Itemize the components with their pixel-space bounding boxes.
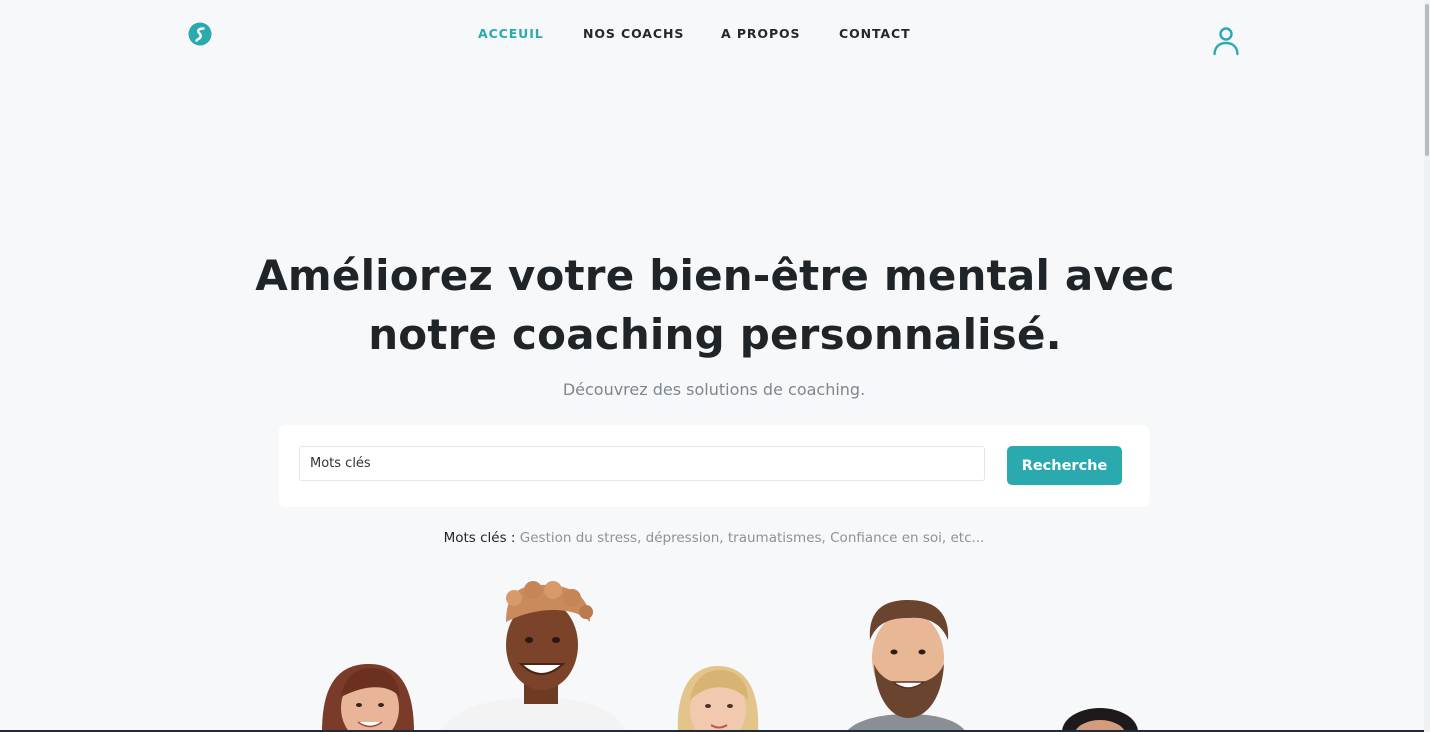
user-icon[interactable] [1210,24,1242,58]
person-woman-right [1062,708,1138,732]
nav-link-a-propos[interactable]: A PROPOS [721,26,800,41]
scrollbar-thumb[interactable] [1425,4,1429,156]
hero-title: Améliorez votre bien-être mental avec no… [215,246,1215,364]
search-input[interactable] [299,446,985,481]
keywords-label: Mots clés : [443,530,516,546]
search-card: Recherche [279,425,1149,507]
person-man-curly [440,581,626,732]
hero-subtitle: Découvrez des solutions de coaching. [562,380,866,399]
search-button[interactable]: Recherche [1007,446,1122,485]
page-scrollbar[interactable] [1424,0,1430,732]
person-man-bearded [846,600,966,732]
page: ACCEUIL NOS COACHS A PROPOS CONTACT Amél… [0,0,1430,732]
nav-link-nos-coachs[interactable]: NOS COACHS [583,26,684,41]
nav-link-contact[interactable]: CONTACT [839,26,911,41]
person-woman-blonde [677,666,759,732]
person-woman-left [322,664,414,732]
nav-link-accueil[interactable]: ACCEUIL [478,26,544,41]
hero-title-line-1: Améliorez votre bien-être mental avec [255,251,1175,300]
hero-title-line-2: notre coaching personnalisé. [368,310,1062,359]
keywords-hint: Mots clés : Gestion du stress, dépressio… [0,530,1428,546]
hero-people-image [322,581,1138,732]
keywords-list: Gestion du stress, dépression, traumatis… [519,530,985,546]
